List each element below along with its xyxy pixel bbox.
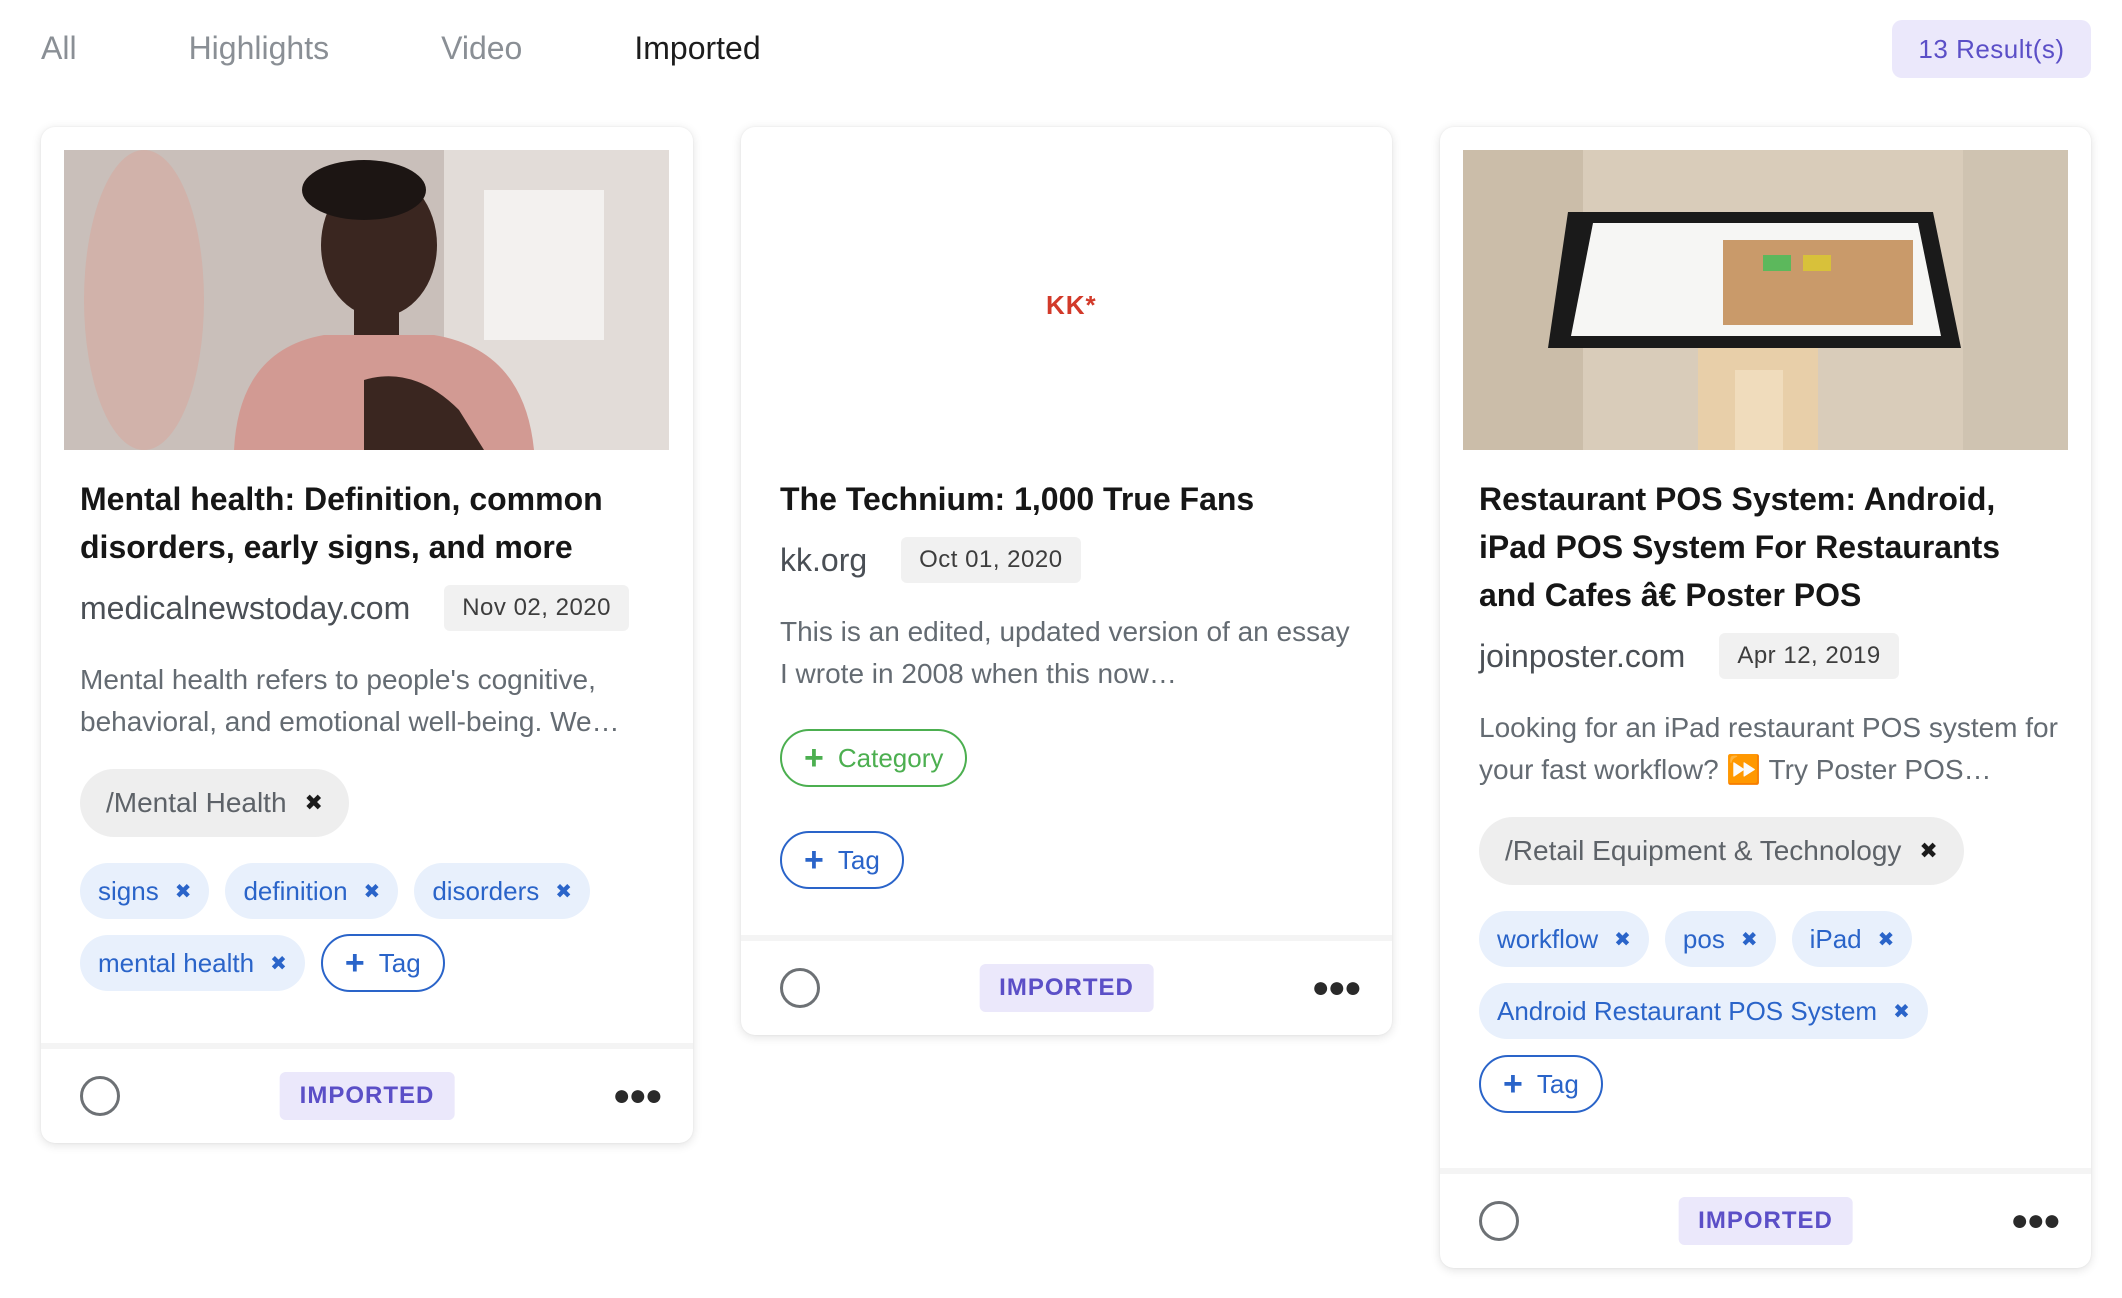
tag-chip[interactable]: mental health ✖ <box>80 935 305 991</box>
category-chip[interactable]: /Mental Health ✖ <box>80 769 349 837</box>
tag-chip[interactable]: pos ✖ <box>1664 911 1776 967</box>
close-icon[interactable]: ✖ <box>305 790 323 816</box>
article-description: This is an edited, updated version of an… <box>780 616 1350 689</box>
tab-imported[interactable]: Imported <box>634 18 760 78</box>
add-tag-button[interactable]: + Tag <box>1479 1055 1603 1113</box>
radio-icon[interactable] <box>80 1076 120 1116</box>
card-footer: IMPORTED ●●● <box>741 935 1392 1035</box>
tag-label: Android Restaurant POS System <box>1497 995 1878 1026</box>
add-tag-button[interactable]: + Tag <box>320 934 445 992</box>
tag-chip[interactable]: iPad ✖ <box>1791 911 1913 967</box>
tab-all[interactable]: All <box>41 18 77 78</box>
close-icon[interactable]: ✖ <box>1919 838 1937 864</box>
close-icon[interactable]: ✖ <box>364 879 381 904</box>
article-card[interactable]: Mental health: Definition, common disord… <box>41 127 693 1143</box>
tag-label: definition <box>243 875 348 906</box>
article-date: Apr 12, 2019 <box>1719 633 1899 679</box>
close-icon[interactable]: ✖ <box>270 951 287 976</box>
plus-icon: + <box>804 841 824 879</box>
article-card[interactable]: KK* The Technium: 1,000 True Fans kk.org… <box>741 127 1392 1035</box>
close-icon[interactable]: ✖ <box>1878 927 1895 952</box>
tablet-pos-photo-illustration <box>1463 150 2068 450</box>
tag-label: disorders <box>432 875 540 906</box>
tag-label: mental health <box>98 947 255 978</box>
status-badge: IMPORTED <box>1678 1197 1853 1245</box>
article-title[interactable]: Restaurant POS System: Android, iPad POS… <box>1479 475 2061 619</box>
article-thumbnail <box>64 150 669 450</box>
tag-chip[interactable]: workflow ✖ <box>1479 911 1649 967</box>
close-icon[interactable]: ✖ <box>1741 927 1758 952</box>
category-chip[interactable]: /Retail Equipment & Technology ✖ <box>1479 817 1964 885</box>
status-badge: IMPORTED <box>979 964 1154 1012</box>
add-tag-label: Tag <box>1536 1068 1579 1099</box>
radio-icon[interactable] <box>1479 1201 1519 1241</box>
article-title[interactable]: The Technium: 1,000 True Fans <box>780 475 1362 523</box>
kk-logo: KK* <box>1046 290 1097 320</box>
tag-chip[interactable]: disorders ✖ <box>414 863 591 919</box>
tag-label: iPad <box>1809 923 1862 954</box>
radio-icon[interactable] <box>780 968 820 1008</box>
article-card[interactable]: Restaurant POS System: Android, iPad POS… <box>1440 127 2091 1268</box>
more-horizontal-icon[interactable]: ●●● <box>1312 971 1362 1005</box>
article-date: Nov 02, 2020 <box>444 585 629 631</box>
close-icon[interactable]: ✖ <box>555 879 572 904</box>
article-thumbnail: KK* <box>764 150 1369 450</box>
person-photo-illustration <box>64 150 669 450</box>
tab-video[interactable]: Video <box>441 18 522 78</box>
article-date: Oct 01, 2020 <box>901 537 1081 583</box>
tag-list: workflow ✖ pos ✖ iPad ✖ Android Restaura… <box>1479 911 2061 1055</box>
article-domain: joinposter.com <box>1479 637 1686 674</box>
more-horizontal-icon[interactable]: ●●● <box>613 1079 663 1113</box>
category-label: /Mental Health <box>106 787 287 818</box>
results-count-badge: 13 Result(s) <box>1892 20 2091 78</box>
plus-icon: + <box>1503 1065 1523 1103</box>
close-icon[interactable]: ✖ <box>1614 927 1631 952</box>
article-description: Looking for an iPad restaurant POS syste… <box>1479 712 2058 785</box>
card-footer: IMPORTED ●●● <box>1440 1168 2091 1268</box>
status-badge: IMPORTED <box>279 1072 455 1120</box>
tag-label: pos <box>1682 923 1725 954</box>
article-domain: kk.org <box>780 541 868 578</box>
close-icon[interactable]: ✖ <box>175 879 192 904</box>
card-footer: IMPORTED ●●● <box>41 1043 693 1143</box>
more-horizontal-icon[interactable]: ●●● <box>2011 1204 2061 1238</box>
article-title[interactable]: Mental health: Definition, common disord… <box>80 475 663 571</box>
tab-highlights[interactable]: Highlights <box>189 18 330 78</box>
tag-label: workflow <box>1497 923 1599 954</box>
add-category-button[interactable]: + Category <box>780 729 968 787</box>
tag-chip[interactable]: signs ✖ <box>80 863 210 919</box>
tag-label: signs <box>98 875 159 906</box>
close-icon[interactable]: ✖ <box>1893 999 1910 1024</box>
article-domain: medicalnewstoday.com <box>80 589 411 626</box>
tag-chip[interactable]: definition ✖ <box>225 863 399 919</box>
add-category-label: Category <box>837 742 944 773</box>
category-label: /Retail Equipment & Technology <box>1505 835 1902 866</box>
plus-icon: + <box>804 739 824 777</box>
add-tag-label: Tag <box>837 844 880 875</box>
article-description: Mental health refers to people's cogniti… <box>80 664 620 737</box>
tag-chip[interactable]: Android Restaurant POS System ✖ <box>1479 983 1928 1039</box>
add-tag-label: Tag <box>378 947 421 978</box>
plus-icon: + <box>344 944 365 982</box>
add-tag-button[interactable]: + Tag <box>780 831 904 889</box>
tag-list: signs ✖ definition ✖ disorders ✖ mental … <box>80 863 663 1007</box>
article-thumbnail <box>1463 150 2068 450</box>
filter-tabs: All Highlights Video Imported <box>41 18 873 78</box>
